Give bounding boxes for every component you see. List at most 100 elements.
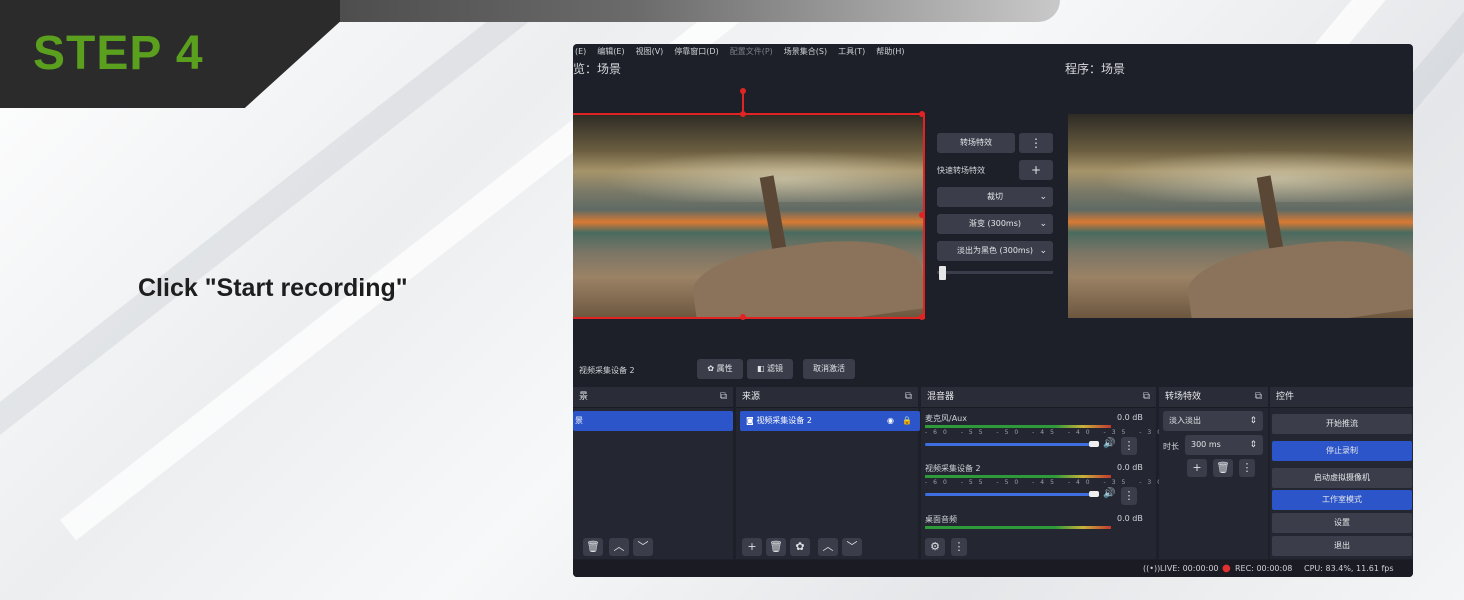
properties-label: 属性 (716, 364, 733, 373)
program-driftwood (1183, 228, 1413, 318)
tbar-track[interactable] (937, 271, 1053, 274)
chevron-down-icon: ⌄ (1039, 219, 1047, 229)
trash-icon: 🗑 (769, 540, 783, 553)
trash-icon: 🗑 (586, 540, 600, 553)
add-quick-transition-button[interactable]: + (1019, 160, 1053, 180)
up-icon: ︿ (822, 540, 834, 553)
lock-icon[interactable]: 🔒 (902, 411, 912, 431)
remove-scene-button[interactable]: 🗑 (583, 538, 603, 556)
live-status: LIVE: 00:00:00 (1160, 564, 1219, 573)
gear-icon: ✿ (795, 540, 805, 553)
duration-value: 300 ms (1191, 440, 1221, 449)
menu-item-docks[interactable]: 停靠窗口(D) (674, 44, 718, 60)
transition-menu-button[interactable]: ⋮ (1239, 459, 1255, 477)
quick-transition-cut[interactable]: 裁切 ⌄ (937, 187, 1053, 207)
menu-item-tools[interactable]: 工具(T) (838, 44, 865, 60)
popout-icon[interactable]: ⧉ (905, 387, 912, 407)
transition-button[interactable]: 转场特效 (937, 133, 1015, 153)
transition-select-label: 淡入淡出 (1169, 416, 1201, 425)
instruction-text: Click "Start recording" (138, 274, 408, 302)
filters-button[interactable]: ◧ 滤镜 (747, 359, 793, 379)
channel-menu-button[interactable]: ⋮ (1121, 437, 1137, 455)
eye-icon[interactable]: ◉ (887, 411, 894, 431)
chevron-down-icon: ⇕ (1249, 416, 1257, 426)
resize-handle-bottom-right[interactable] (919, 314, 925, 320)
kebab-icon: ⋮ (1241, 461, 1253, 474)
quick-transition-fade[interactable]: 渐变 (300ms) ⌄ (937, 214, 1053, 234)
resize-handle-right[interactable] (919, 212, 925, 218)
quick-transition-fade-label: 渐变 (300ms) (968, 219, 1021, 228)
advanced-audio-button[interactable]: ⚙ (925, 538, 945, 556)
remove-source-button[interactable]: 🗑 (766, 538, 786, 556)
rotate-handle[interactable] (740, 88, 746, 94)
deactivate-button[interactable]: 取消激活 (803, 359, 855, 379)
menu-bar: (E) 编辑(E) 视图(V) 停靠窗口(D) 配置文件(P) 场景集合(S) … (573, 44, 1413, 60)
up-icon: ︿ (613, 540, 625, 553)
mixer-channel-name: 视频采集设备 2 (925, 464, 981, 473)
program-clouds (1068, 144, 1413, 202)
scenes-header: 景 ⧉ (573, 387, 733, 408)
quick-transition-cut-label: 裁切 (987, 192, 1003, 201)
add-transition-button[interactable]: + (1187, 459, 1207, 477)
scene-up-button[interactable]: ︿ (609, 538, 629, 556)
speaker-icon[interactable]: 🔊 (1103, 488, 1115, 499)
selection-box[interactable] (573, 113, 925, 319)
volume-slider[interactable] (925, 443, 1095, 446)
mixer-channel-db: 0.0 dB (1117, 413, 1143, 422)
sources-panel: 来源 ⧉ ◙ 视频采集设备 2 ◉ 🔒 + 🗑 ✿ ︿ ﹀ (736, 387, 920, 559)
transition-more-button[interactable]: ⋮ (1019, 133, 1053, 153)
scenes-header-label: 景 (579, 392, 589, 402)
menu-item-scene-collection[interactable]: 场景集合(S) (784, 44, 827, 60)
source-down-button[interactable]: ﹀ (842, 538, 862, 556)
mixer-channel-db: 0.0 dB (1117, 463, 1143, 472)
volume-slider[interactable] (925, 493, 1095, 496)
popout-icon[interactable]: ⧉ (1255, 387, 1262, 407)
scene-item[interactable]: 景 (573, 411, 733, 431)
quick-transition-fade-black[interactable]: 淡出为黑色 (300ms) ⌄ (937, 241, 1053, 261)
transition-select[interactable]: 淡入淡出 ⇕ (1163, 411, 1263, 431)
speaker-icon[interactable]: 🔊 (1103, 438, 1115, 449)
menu-item-profile[interactable]: 配置文件(P) (730, 44, 773, 60)
sources-header: 来源 ⧉ (736, 387, 918, 408)
settings-button[interactable]: 设置 (1272, 513, 1412, 533)
obs-window: (E) 编辑(E) 视图(V) 停靠窗口(D) 配置文件(P) 场景集合(S) … (573, 44, 1413, 577)
preview-title: 览：场景 (573, 62, 622, 76)
status-bar: ((•)) LIVE: 00:00:00 ● REC: 00:00:08 CPU… (573, 560, 1413, 577)
resize-handle-top-right[interactable] (919, 111, 925, 117)
audio-meter (925, 475, 1111, 478)
menu-item-help[interactable]: 帮助(H) (876, 44, 904, 60)
resize-handle-top[interactable] (740, 111, 746, 117)
volume-knob[interactable] (1089, 441, 1099, 447)
properties-button[interactable]: ✿ 属性 (697, 359, 743, 379)
exit-button[interactable]: 退出 (1272, 536, 1412, 556)
tbar-slider[interactable] (939, 266, 946, 280)
mixer-panel: 混音器 ⧉ 麦克风/Aux 0.0 dB -60 -55 -50 -45 -40 … (921, 387, 1347, 559)
resize-handle-bottom[interactable] (740, 314, 746, 320)
source-item[interactable]: ◙ 视频采集设备 2 ◉ 🔒 (740, 411, 920, 431)
menu-item-partial[interactable]: (E) (575, 44, 586, 60)
trash-icon: 🗑 (1216, 461, 1230, 474)
volume-knob[interactable] (1089, 491, 1099, 497)
add-source-button[interactable]: + (742, 538, 762, 556)
start-virtual-camera-button[interactable]: 启动虚拟摄像机 (1272, 468, 1412, 488)
popout-icon[interactable]: ⧉ (720, 387, 727, 407)
stop-recording-button[interactable]: 停止录制 (1272, 441, 1412, 461)
start-streaming-button[interactable]: 开始推流 (1272, 414, 1412, 434)
menu-item-edit[interactable]: 编辑(E) (597, 44, 624, 60)
source-up-button[interactable]: ︿ (818, 538, 838, 556)
transitions-header: 转场特效 ⧉ (1159, 387, 1268, 408)
chevron-down-icon: ⌄ (1039, 192, 1047, 202)
scene-down-button[interactable]: ﹀ (633, 538, 653, 556)
popout-icon[interactable]: ⧉ (1143, 387, 1150, 407)
filters-label: 滤镜 (767, 364, 784, 373)
studio-mode-button[interactable]: 工作室模式 (1272, 490, 1412, 510)
source-properties-button[interactable]: ✿ (790, 538, 810, 556)
quick-transitions-label: 快速转场特效 (937, 166, 985, 175)
duration-input[interactable]: 300 ms ⇕ (1185, 435, 1263, 455)
broadcast-icon: ((•)) (1143, 564, 1161, 573)
mixer-menu-button[interactable]: ⋮ (951, 538, 967, 556)
remove-transition-button[interactable]: 🗑 (1213, 459, 1233, 477)
menu-item-view[interactable]: 视图(V) (636, 44, 664, 60)
channel-menu-button[interactable]: ⋮ (1121, 487, 1137, 505)
record-dot-icon: ● (1222, 563, 1231, 574)
